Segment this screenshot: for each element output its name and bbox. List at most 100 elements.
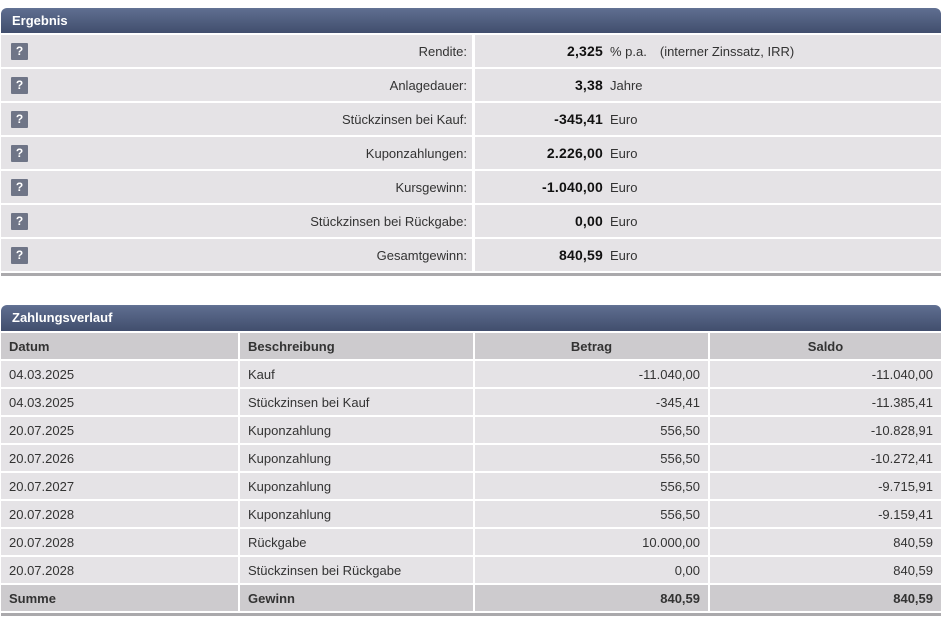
cell-beschreibung: Stückzinsen bei Rückgabe <box>240 557 473 583</box>
cell-saldo: -9.159,41 <box>710 501 941 527</box>
cell-beschreibung: Stückzinsen bei Kauf <box>240 389 473 415</box>
result-value-cell: -1.040,00 Euro <box>475 171 941 203</box>
table-row: 20.07.2026 Kuponzahlung 556,50 -10.272,4… <box>1 445 941 471</box>
result-label: Kuponzahlungen: <box>366 146 467 161</box>
cell-datum: 04.03.2025 <box>1 361 238 387</box>
panel-bottom-shadow <box>1 613 941 616</box>
help-icon[interactable]: ? <box>11 43 28 60</box>
result-label-cell: ? Stückzinsen bei Rückgabe: <box>1 205 472 237</box>
result-value: 0,00 <box>475 213 603 229</box>
result-row-anlagedauer: ? Anlagedauer: 3,38 Jahre <box>1 69 941 101</box>
table-row: 20.07.2028 Kuponzahlung 556,50 -9.159,41 <box>1 501 941 527</box>
cell-saldo: 840,59 <box>710 529 941 555</box>
cell-datum: 20.07.2026 <box>1 445 238 471</box>
result-label: Rendite: <box>419 44 467 59</box>
result-row-gesamtgewinn: ? Gesamtgewinn: 840,59 Euro <box>1 239 941 271</box>
cell-betrag: 556,50 <box>475 445 708 471</box>
result-value: 3,38 <box>475 77 603 93</box>
result-value: 840,59 <box>475 247 603 263</box>
payment-history-table: Datum Beschreibung Betrag Saldo 04.03.20… <box>1 333 941 611</box>
payment-history-panel-title: Zahlungsverlauf <box>1 305 941 331</box>
cell-betrag: 0,00 <box>475 557 708 583</box>
result-label-cell: ? Kuponzahlungen: <box>1 137 472 169</box>
result-label-cell: ? Stückzinsen bei Kauf: <box>1 103 472 135</box>
result-value-cell: -345,41 Euro <box>475 103 941 135</box>
result-note: (interner Zinssatz, IRR) <box>660 44 794 59</box>
cell-saldo: -10.828,91 <box>710 417 941 443</box>
cell-beschreibung: Kuponzahlung <box>240 473 473 499</box>
help-icon[interactable]: ? <box>11 179 28 196</box>
result-value-cell: 2.226,00 Euro <box>475 137 941 169</box>
footer-saldo-total: 840,59 <box>710 585 941 611</box>
result-row-stueckzinsen-kauf: ? Stückzinsen bei Kauf: -345,41 Euro <box>1 103 941 135</box>
table-header-row: Datum Beschreibung Betrag Saldo <box>1 333 941 359</box>
cell-saldo: -11.040,00 <box>710 361 941 387</box>
help-icon[interactable]: ? <box>11 145 28 162</box>
result-unit: Euro <box>610 180 637 195</box>
panel-bottom-shadow <box>1 273 941 276</box>
result-value: -1.040,00 <box>475 179 603 195</box>
table-row: 20.07.2028 Rückgabe 10.000,00 840,59 <box>1 529 941 555</box>
cell-betrag: 556,50 <box>475 501 708 527</box>
result-value-cell: 0,00 Euro <box>475 205 941 237</box>
cell-datum: 20.07.2027 <box>1 473 238 499</box>
cell-betrag: -11.040,00 <box>475 361 708 387</box>
cell-saldo: -11.385,41 <box>710 389 941 415</box>
result-row-rendite: ? Rendite: 2,325 % p.a. (interner Zinssa… <box>1 35 941 67</box>
result-unit: Euro <box>610 112 637 127</box>
result-value: 2,325 <box>475 43 603 59</box>
help-icon[interactable]: ? <box>11 247 28 264</box>
cell-beschreibung: Kauf <box>240 361 473 387</box>
result-unit: Euro <box>610 248 637 263</box>
cell-beschreibung: Kuponzahlung <box>240 501 473 527</box>
result-value-cell: 840,59 Euro <box>475 239 941 271</box>
result-unit: % p.a. <box>610 44 647 59</box>
results-panel: Ergebnis ? Rendite: 2,325 % p.a. (intern… <box>1 8 941 276</box>
cell-betrag: -345,41 <box>475 389 708 415</box>
cell-beschreibung: Kuponzahlung <box>240 445 473 471</box>
cell-betrag: 556,50 <box>475 417 708 443</box>
table-row: 20.07.2025 Kuponzahlung 556,50 -10.828,9… <box>1 417 941 443</box>
result-label: Anlagedauer: <box>390 78 467 93</box>
footer-summe: Summe <box>1 585 238 611</box>
results-panel-title: Ergebnis <box>1 8 941 33</box>
column-header-datum: Datum <box>1 333 238 359</box>
result-value-cell: 2,325 % p.a. (interner Zinssatz, IRR) <box>475 35 941 67</box>
result-value-cell: 3,38 Jahre <box>475 69 941 101</box>
help-icon[interactable]: ? <box>11 213 28 230</box>
result-row-kuponzahlungen: ? Kuponzahlungen: 2.226,00 Euro <box>1 137 941 169</box>
result-label-cell: ? Gesamtgewinn: <box>1 239 472 271</box>
result-row-kursgewinn: ? Kursgewinn: -1.040,00 Euro <box>1 171 941 203</box>
cell-saldo: 840,59 <box>710 557 941 583</box>
footer-betrag-total: 840,59 <box>475 585 708 611</box>
table-row: 20.07.2028 Stückzinsen bei Rückgabe 0,00… <box>1 557 941 583</box>
cell-datum: 20.07.2028 <box>1 501 238 527</box>
cell-datum: 20.07.2025 <box>1 417 238 443</box>
payment-history-panel: Zahlungsverlauf Datum Beschreibung Betra… <box>1 305 941 616</box>
cell-datum: 20.07.2028 <box>1 529 238 555</box>
footer-gewinn: Gewinn <box>240 585 473 611</box>
result-label: Kursgewinn: <box>395 180 467 195</box>
help-icon[interactable]: ? <box>11 111 28 128</box>
result-unit: Jahre <box>610 78 643 93</box>
result-label-cell: ? Kursgewinn: <box>1 171 472 203</box>
help-icon[interactable]: ? <box>11 77 28 94</box>
cell-saldo: -10.272,41 <box>710 445 941 471</box>
result-label-cell: ? Anlagedauer: <box>1 69 472 101</box>
result-label: Stückzinsen bei Kauf: <box>342 112 467 127</box>
cell-betrag: 10.000,00 <box>475 529 708 555</box>
result-value: -345,41 <box>475 111 603 127</box>
cell-beschreibung: Kuponzahlung <box>240 417 473 443</box>
cell-datum: 04.03.2025 <box>1 389 238 415</box>
result-label: Stückzinsen bei Rückgabe: <box>310 214 467 229</box>
column-header-saldo: Saldo <box>710 333 941 359</box>
table-footer-row: Summe Gewinn 840,59 840,59 <box>1 585 941 611</box>
result-unit: Euro <box>610 214 637 229</box>
result-label-cell: ? Rendite: <box>1 35 472 67</box>
cell-datum: 20.07.2028 <box>1 557 238 583</box>
cell-beschreibung: Rückgabe <box>240 529 473 555</box>
column-header-betrag: Betrag <box>475 333 708 359</box>
cell-betrag: 556,50 <box>475 473 708 499</box>
result-label: Gesamtgewinn: <box>377 248 467 263</box>
column-header-beschreibung: Beschreibung <box>240 333 473 359</box>
